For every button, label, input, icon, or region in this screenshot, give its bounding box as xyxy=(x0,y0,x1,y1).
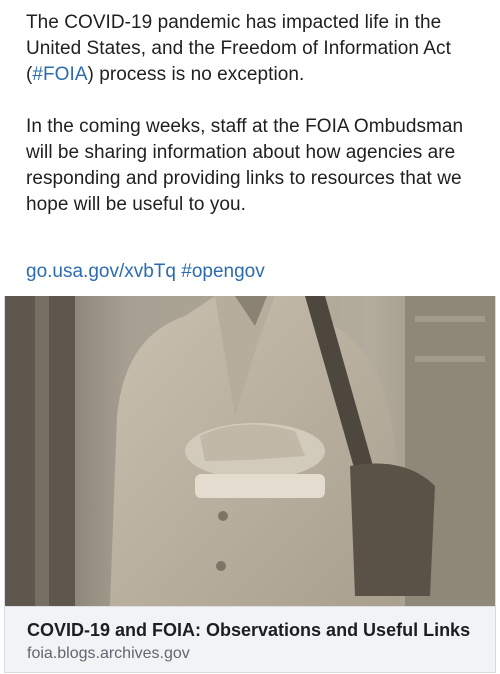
sepia-archival-photo-icon[interactable] xyxy=(5,296,495,606)
paragraph-1-text-end: ) process is no exception. xyxy=(87,64,305,85)
post-links-line: go.usa.gov/xvbTq #opengov xyxy=(26,259,265,285)
post-paragraph-2: In the coming weeks, staff at the FOIA O… xyxy=(26,116,464,215)
social-post: The COVID-19 pandemic has impacted life … xyxy=(4,0,496,674)
card-domain: foia.blogs.archives.gov xyxy=(27,645,190,662)
post-paragraph-1: The COVID-19 pandemic has impacted life … xyxy=(26,10,486,88)
post-body: The COVID-19 pandemic has impacted life … xyxy=(26,10,486,218)
card-footer[interactable]: COVID-19 and FOIA: Observations and Usef… xyxy=(5,606,495,672)
card-title[interactable]: COVID-19 and FOIA: Observations and Usef… xyxy=(27,619,487,641)
link-preview-card[interactable]: COVID-19 and FOIA: Observations and Usef… xyxy=(4,296,496,673)
hashtag-opengov-link[interactable]: #opengov xyxy=(181,261,264,282)
hashtag-foia-link[interactable]: #FOIA xyxy=(32,64,87,85)
short-url-link[interactable]: go.usa.gov/xvbTq xyxy=(26,261,176,282)
